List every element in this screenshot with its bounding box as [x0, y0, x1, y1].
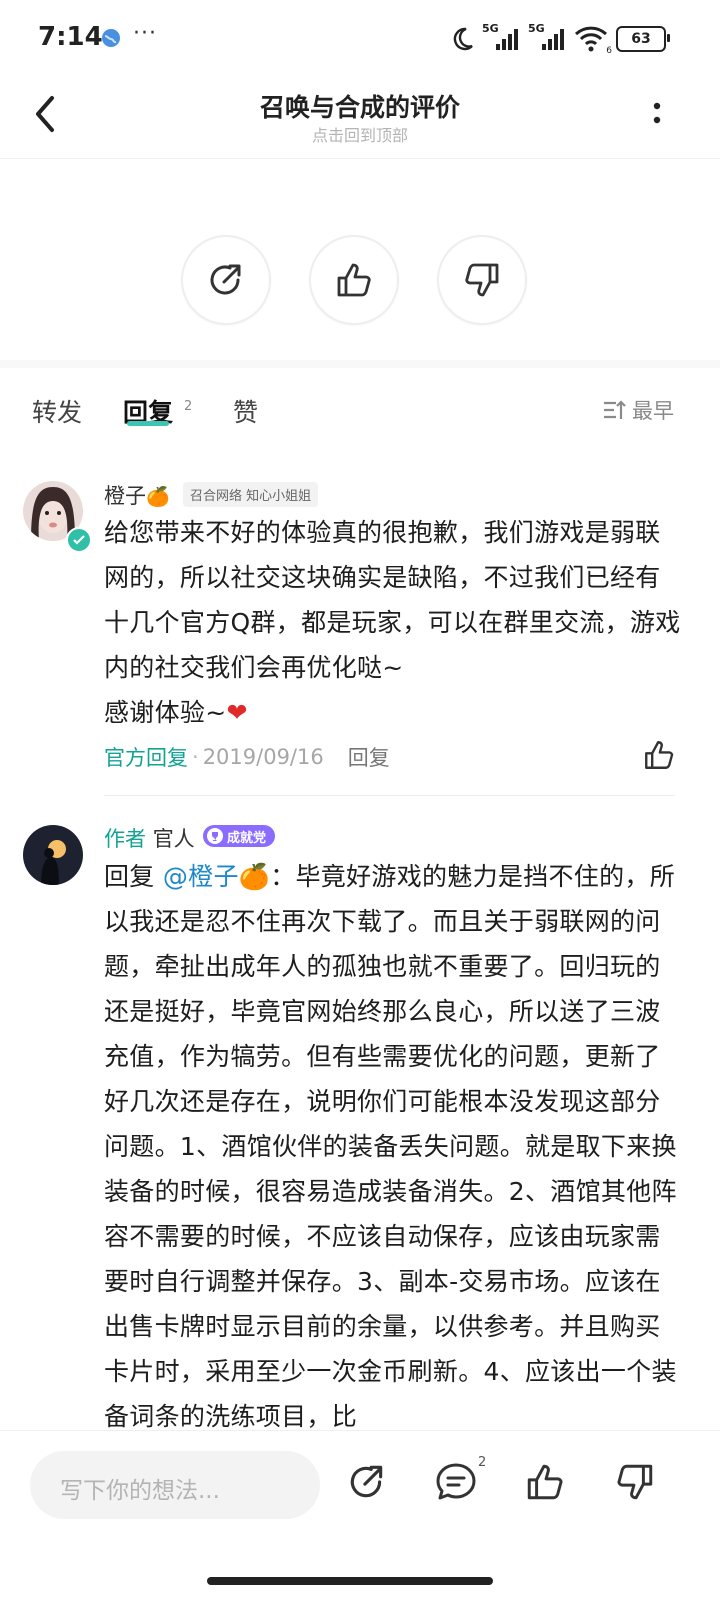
official-reply-label: 官方回复 — [104, 746, 188, 770]
signal-icon-2: 5G — [528, 22, 566, 52]
globe-icon — [101, 28, 121, 52]
section-separator — [0, 360, 720, 368]
thumbs-down-icon[interactable] — [614, 1461, 656, 1507]
reply-button[interactable]: 回复 — [348, 742, 390, 772]
signal-icon: 5G — [482, 22, 520, 52]
share-icon — [210, 264, 241, 295]
thumbs-up-icon — [337, 263, 371, 297]
tab-forward[interactable]: 转发 — [32, 393, 82, 429]
commenter-name[interactable]: 橙子🍊 — [104, 480, 170, 510]
back-to-top-hint[interactable]: 点击回到顶部 — [0, 122, 720, 146]
battery-icon: 63 — [616, 26, 670, 52]
comment-like-icon[interactable] — [642, 738, 676, 776]
bottom-action-bar: 写下你的想法... 2 — [0, 1430, 720, 1602]
active-tab-indicator — [127, 421, 169, 426]
verified-badge-icon — [66, 527, 92, 553]
status-bar: 7:14 ··· 5G 5G 6 63 — [0, 0, 720, 76]
comment-body: 回复 @橙子🍊：毕竟好游戏的魅力是挡不住的，所以我还是忍不住再次下载了。而且关于… — [104, 862, 677, 1431]
comment-body: 给您带来不好的体验真的很抱歉，我们游戏是弱联网的，所以社交这块确实是缺陷，不过我… — [104, 518, 681, 727]
heart-icon: ❤ — [226, 698, 248, 727]
meta-separator: · — [192, 745, 199, 769]
comment-input-placeholder: 写下你的想法... — [60, 1478, 220, 1504]
thumbs-up-icon[interactable] — [524, 1461, 566, 1507]
sort-icon — [604, 400, 626, 419]
trophy-icon — [207, 828, 223, 844]
comment-count: 2 — [478, 1455, 487, 1470]
author-tag: 作者 — [104, 827, 146, 851]
sort-button[interactable]: 最早 — [602, 395, 674, 425]
wifi-icon: 6 — [574, 26, 612, 56]
sort-label: 最早 — [632, 399, 674, 423]
comment-input[interactable]: 写下你的想法... — [30, 1451, 320, 1519]
commenter-title-badge: 召合网络 知心小姐姐 — [183, 482, 319, 507]
dislike-button[interactable] — [437, 235, 527, 325]
top-nav: 召唤与合成的评价 点击回到顶部 — [0, 76, 720, 158]
achievement-badge: 成就党 — [203, 825, 276, 847]
orange-emoji-icon: 🍊 — [146, 486, 170, 508]
avatar[interactable] — [23, 825, 83, 885]
tab-bar: 转发 回复 2 赞 最早 — [0, 385, 720, 445]
home-indicator[interactable] — [207, 1577, 493, 1585]
status-more-icon: ··· — [133, 21, 157, 46]
tab-replies-count: 2 — [184, 399, 193, 414]
commenter-name[interactable]: 作者 官人 — [104, 823, 195, 853]
status-time: 7:14 — [38, 22, 103, 52]
status-icons: 5G 5G 6 63 — [450, 22, 670, 56]
share-button[interactable] — [181, 235, 271, 325]
thumbs-down-icon — [465, 263, 499, 297]
comment-meta: 官方回复 · 2019/09/16 回复 — [104, 742, 390, 772]
page-title[interactable]: 召唤与合成的评价 — [0, 88, 720, 124]
more-options-icon[interactable] — [652, 100, 662, 134]
comment-divider — [104, 795, 674, 796]
moon-icon — [453, 27, 473, 51]
comment-date: 2019/09/16 — [202, 745, 324, 769]
share-icon[interactable] — [346, 1461, 388, 1507]
mention-link[interactable]: @橙子🍊 — [163, 862, 270, 891]
header-divider — [0, 158, 720, 159]
comment-icon[interactable] — [434, 1461, 478, 1507]
tab-likes[interactable]: 赞 — [233, 393, 258, 429]
like-button[interactable] — [309, 235, 399, 325]
